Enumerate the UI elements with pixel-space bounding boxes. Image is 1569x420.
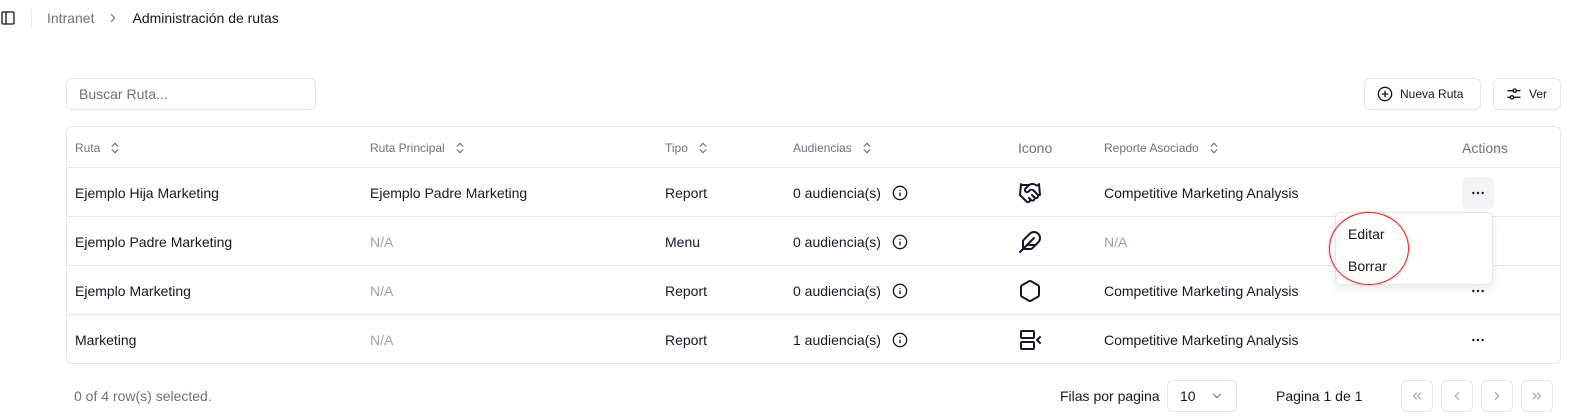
cell-tipo: Report xyxy=(665,331,708,348)
new-route-label: Nueva Ruta xyxy=(1400,87,1464,101)
column-header-actions: Actions xyxy=(1462,127,1508,168)
rows-per-page-select[interactable]: 10 xyxy=(1167,380,1237,412)
row-actions-menu: Editar Borrar xyxy=(1335,212,1493,285)
cell-ruta-principal: N/A xyxy=(370,233,394,250)
sliders-icon xyxy=(1506,86,1522,102)
rows-per-page-value: 10 xyxy=(1180,388,1196,404)
cell-tipo: Report xyxy=(665,282,708,299)
info-icon[interactable] xyxy=(892,283,908,299)
chevron-left-icon xyxy=(1450,389,1464,403)
breadcrumb-current: Administración de rutas xyxy=(132,10,279,26)
column-header-label: Actions xyxy=(1462,139,1508,156)
feather-icon xyxy=(1018,217,1042,266)
column-header-ruta[interactable]: Ruta xyxy=(75,127,122,168)
audiencias-count: 1 audiencia(s) xyxy=(793,331,881,348)
header-divider xyxy=(31,9,32,27)
chevrons-up-down-icon xyxy=(108,141,122,155)
first-page-button[interactable] xyxy=(1401,380,1433,412)
audiencias-count: 0 audiencia(s) xyxy=(793,282,881,299)
more-horizontal-icon xyxy=(1470,332,1486,348)
cell-ruta: Ejemplo Hija Marketing xyxy=(75,184,219,201)
cell-tipo: Menu xyxy=(665,233,701,250)
more-horizontal-icon xyxy=(1470,185,1486,201)
cell-ruta-principal: N/A xyxy=(370,331,394,348)
cell-audiencias: 0 audiencia(s) xyxy=(793,168,908,217)
cell-ruta-principal: Ejemplo Padre Marketing xyxy=(370,184,528,201)
cell-reporte: Competitive Marketing Analysis xyxy=(1104,184,1299,201)
menu-item-delete[interactable]: Borrar xyxy=(1348,258,1387,274)
cell-audiencias: 0 audiencia(s) xyxy=(793,217,908,266)
breadcrumb-parent-link[interactable]: Intranet xyxy=(47,10,94,26)
column-header-audiencias[interactable]: Audiencias xyxy=(793,127,874,168)
audiencias-count: 0 audiencia(s) xyxy=(793,233,881,250)
info-icon[interactable] xyxy=(892,332,908,348)
column-header-icono: Icono xyxy=(1018,127,1052,168)
cell-ruta: Marketing xyxy=(75,331,137,348)
new-route-button[interactable]: Nueva Ruta xyxy=(1364,78,1481,110)
row-actions-button[interactable] xyxy=(1462,177,1494,209)
page-info: Pagina 1 de 1 xyxy=(1276,388,1363,404)
audiencias-count: 0 audiencia(s) xyxy=(793,184,881,201)
column-header-ruta-principal[interactable]: Ruta Principal xyxy=(370,127,467,168)
next-page-button[interactable] xyxy=(1481,380,1513,412)
sidebar-toggle-icon[interactable] xyxy=(0,10,16,26)
plus-circle-icon xyxy=(1377,86,1393,102)
rows-per-page-label: Filas por pagina xyxy=(1060,388,1160,404)
breadcrumb: Intranet Administración de rutas xyxy=(47,10,279,26)
search-input[interactable] xyxy=(66,78,316,110)
view-options-button[interactable]: Ver xyxy=(1493,78,1561,110)
hexagon-icon xyxy=(1018,266,1042,315)
column-header-reporte[interactable]: Reporte Asociado xyxy=(1104,127,1221,168)
between-horizontal-icon xyxy=(1018,315,1042,363)
cell-audiencias: 0 audiencia(s) xyxy=(793,266,908,315)
cell-reporte: Competitive Marketing Analysis xyxy=(1104,282,1299,299)
view-label: Ver xyxy=(1529,87,1548,101)
previous-page-button[interactable] xyxy=(1441,380,1473,412)
column-header-label: Ruta xyxy=(75,140,101,155)
more-horizontal-icon xyxy=(1470,283,1486,299)
chevrons-right-icon xyxy=(1530,389,1544,403)
info-icon[interactable] xyxy=(892,185,908,201)
cell-audiencias: 1 audiencia(s) xyxy=(793,315,908,363)
selection-status: 0 of 4 row(s) selected. xyxy=(74,388,212,404)
column-header-tipo[interactable]: Tipo xyxy=(665,127,710,168)
menu-item-edit[interactable]: Editar xyxy=(1348,226,1385,242)
chevron-down-icon xyxy=(1210,389,1224,403)
row-actions-button[interactable] xyxy=(1462,324,1494,356)
column-header-label: Reporte Asociado xyxy=(1104,140,1199,155)
handshake-icon xyxy=(1018,168,1042,217)
cell-ruta: Ejemplo Padre Marketing xyxy=(75,233,233,250)
cell-ruta: Ejemplo Marketing xyxy=(75,282,191,299)
table-header: Ruta Ruta Principal Tipo Audiencias Icon… xyxy=(67,127,1560,168)
last-page-button[interactable] xyxy=(1521,380,1553,412)
cell-reporte: N/A xyxy=(1104,233,1128,250)
table-row: Ejemplo Hija Marketing Ejemplo Padre Mar… xyxy=(67,168,1560,217)
chevrons-left-icon xyxy=(1410,389,1424,403)
column-header-label: Icono xyxy=(1018,139,1053,156)
cell-ruta-principal: N/A xyxy=(370,282,394,299)
column-header-label: Audiencias xyxy=(793,140,852,155)
chevrons-up-down-icon xyxy=(696,141,710,155)
cell-tipo: Report xyxy=(665,184,708,201)
cell-reporte: Competitive Marketing Analysis xyxy=(1104,331,1299,348)
chevron-right-icon xyxy=(106,11,120,25)
chevron-right-icon xyxy=(1490,389,1504,403)
column-header-label: Ruta Principal xyxy=(370,140,445,155)
chevrons-up-down-icon xyxy=(1207,141,1221,155)
table-row: Marketing N/A Report 1 audiencia(s) Comp… xyxy=(67,315,1560,363)
chevrons-up-down-icon xyxy=(860,141,874,155)
info-icon[interactable] xyxy=(892,234,908,250)
chevrons-up-down-icon xyxy=(453,141,467,155)
column-header-label: Tipo xyxy=(665,140,688,155)
